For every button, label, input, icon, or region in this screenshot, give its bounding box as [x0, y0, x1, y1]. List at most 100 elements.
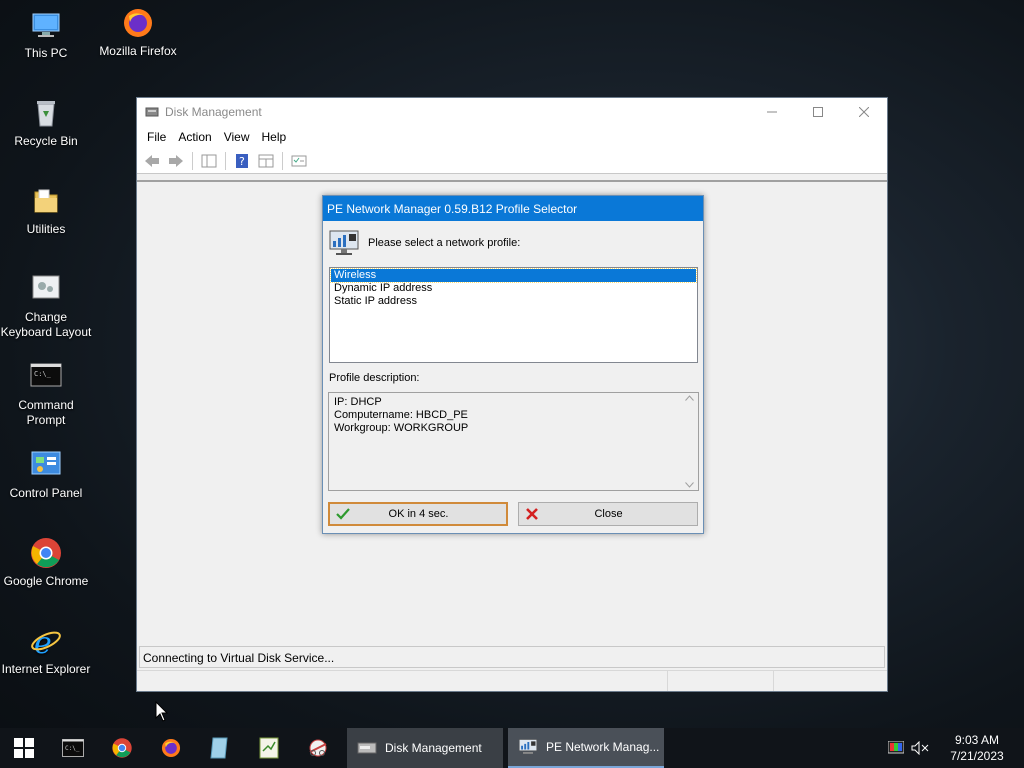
profile-description-box[interactable]: IP: DHCP Computername: HBCD_PE Workgroup…: [328, 392, 699, 491]
firefox-icon: [124, 9, 152, 37]
view-panel-icon: [258, 154, 274, 167]
back-button[interactable]: [141, 151, 163, 171]
taskbar-editor[interactable]: [244, 728, 293, 768]
red-x-icon: [524, 506, 540, 522]
console-tree-icon: [201, 154, 217, 167]
forward-arrow-icon: [169, 154, 183, 167]
system-tray: 9:03 AM 7/21/2023: [886, 728, 1024, 768]
description-line: Computername: HBCD_PE: [334, 409, 468, 421]
profile-item-wireless[interactable]: Wireless: [330, 268, 697, 283]
close-button-label: Close: [594, 508, 623, 520]
minimize-button[interactable]: [749, 98, 795, 126]
desktop-icon-label: Mozilla Firefox: [99, 44, 177, 58]
menu-help[interactable]: Help: [256, 130, 293, 144]
window-title: Disk Management: [165, 105, 262, 119]
desktop-icon-firefox[interactable]: Mozilla Firefox: [92, 6, 184, 59]
scroll-up-icon: [685, 395, 694, 401]
desktop-icon-utilities[interactable]: Utilities: [0, 184, 92, 237]
desktop-icon-label: Utilities: [26, 222, 66, 236]
taskbar-notepad[interactable]: [195, 728, 244, 768]
task-label: PE Network Manag...: [546, 740, 660, 754]
desktop-icon-label: Control Panel: [9, 486, 83, 500]
disk-management-icon: [357, 742, 377, 754]
description-line: IP: DHCP: [334, 396, 382, 408]
taskbar-command-prompt[interactable]: C:\_: [48, 728, 97, 768]
desktop-icon-label: Command Prompt: [18, 398, 74, 427]
close-window-button[interactable]: [841, 98, 887, 126]
toolbar-separator: [282, 151, 283, 170]
desktop-icon-label: Internet Explorer: [1, 662, 91, 676]
menu-action[interactable]: Action: [172, 130, 217, 144]
show-hide-tree-button[interactable]: [198, 151, 220, 171]
snipping-tool-icon: [309, 739, 326, 757]
maximize-icon: [813, 107, 823, 117]
menu-file[interactable]: File: [141, 130, 172, 144]
desktop-icon-command-prompt[interactable]: C:\_ Command Prompt: [0, 360, 92, 428]
desktop-icon-label: This PC: [24, 46, 68, 60]
mouse-cursor-icon: [155, 701, 169, 722]
svg-text:?: ?: [239, 155, 245, 168]
view-button[interactable]: [255, 151, 277, 171]
dialog-title[interactable]: PE Network Manager 0.59.B12 Profile Sele…: [323, 196, 703, 221]
status-bar-cell: [773, 671, 774, 691]
tray-volume[interactable]: [910, 738, 930, 758]
desktop-icon-this-pc[interactable]: This PC: [0, 8, 92, 61]
desktop-icon-label: Change Keyboard Layout: [0, 310, 92, 339]
desktop-icon-recycle-bin[interactable]: Recycle Bin: [0, 96, 92, 149]
menu-view[interactable]: View: [218, 130, 256, 144]
terminal-icon: C:\_: [30, 363, 62, 387]
maximize-button[interactable]: [795, 98, 841, 126]
toolbar-separator: [192, 151, 193, 170]
ok-button[interactable]: OK in 4 sec.: [328, 502, 508, 526]
help-button[interactable]: ?: [231, 151, 253, 171]
desktop-icon-control-panel[interactable]: Control Panel: [0, 448, 92, 501]
desktop-icon-chrome[interactable]: Google Chrome: [0, 536, 92, 589]
checkmark-icon: [335, 506, 351, 522]
profile-selector-dialog: PE Network Manager 0.59.B12 Profile Sele…: [322, 195, 704, 534]
desktop-icon-internet-explorer[interactable]: e Internet Explorer: [0, 624, 92, 677]
desktop-icon-keyboard-layout[interactable]: Change Keyboard Layout: [0, 272, 92, 340]
properties-icon: [291, 155, 307, 166]
internet-explorer-icon: e: [31, 626, 61, 658]
menu-bar: File Action View Help: [137, 126, 887, 148]
desktop-icon-label: Google Chrome: [3, 574, 89, 588]
taskbar-firefox[interactable]: [146, 728, 195, 768]
description-line: Workgroup: WORKGROUP: [334, 422, 469, 434]
tray-display-settings[interactable]: [886, 738, 906, 758]
svg-text:C:\_: C:\_: [65, 745, 80, 752]
scroll-down-icon: [685, 482, 694, 488]
taskbar-chrome[interactable]: [97, 728, 146, 768]
toolbar: ?: [137, 148, 887, 174]
back-arrow-icon: [145, 154, 159, 167]
task-label: Disk Management: [385, 741, 482, 755]
title-bar[interactable]: Disk Management: [137, 98, 887, 126]
profile-item-static-ip[interactable]: Static IP address: [331, 295, 696, 308]
clock-date: 7/21/2023: [950, 749, 1004, 763]
taskbar-snipping-tool[interactable]: [293, 728, 342, 768]
taskbar-task-network-manager[interactable]: PE Network Manag...: [508, 728, 664, 768]
profile-list[interactable]: Wireless Dynamic IP address Static IP ad…: [329, 267, 698, 363]
chrome-icon: [111, 738, 132, 758]
recycle-bin-icon: [37, 101, 55, 127]
status-message: Connecting to Virtual Disk Service...: [139, 646, 885, 668]
help-icon: ?: [236, 153, 248, 168]
properties-button[interactable]: [288, 151, 310, 171]
forward-button[interactable]: [165, 151, 187, 171]
folder-icon: [34, 189, 58, 213]
speaker-muted-icon: [911, 741, 929, 755]
description-scrollbar[interactable]: [681, 393, 698, 490]
windows-logo-icon: [14, 738, 34, 758]
network-manager-icon: [518, 739, 538, 754]
ok-button-label: OK in 4 sec.: [388, 508, 449, 520]
description-label: Profile description:: [329, 372, 420, 384]
clock-time: 9:03 AM: [954, 733, 1000, 747]
terminal-icon: C:\_: [61, 739, 84, 757]
profile-item-dynamic-ip[interactable]: Dynamic IP address: [331, 282, 696, 295]
desktop-icon-label: Recycle Bin: [14, 134, 78, 148]
close-button[interactable]: Close: [518, 502, 698, 526]
taskbar-clock[interactable]: 9:03 AM 7/21/2023: [942, 732, 1012, 764]
toolbar-separator: [225, 151, 226, 170]
start-button[interactable]: [0, 728, 48, 768]
firefox-icon: [161, 738, 180, 758]
taskbar-task-disk-management[interactable]: Disk Management: [347, 728, 503, 768]
